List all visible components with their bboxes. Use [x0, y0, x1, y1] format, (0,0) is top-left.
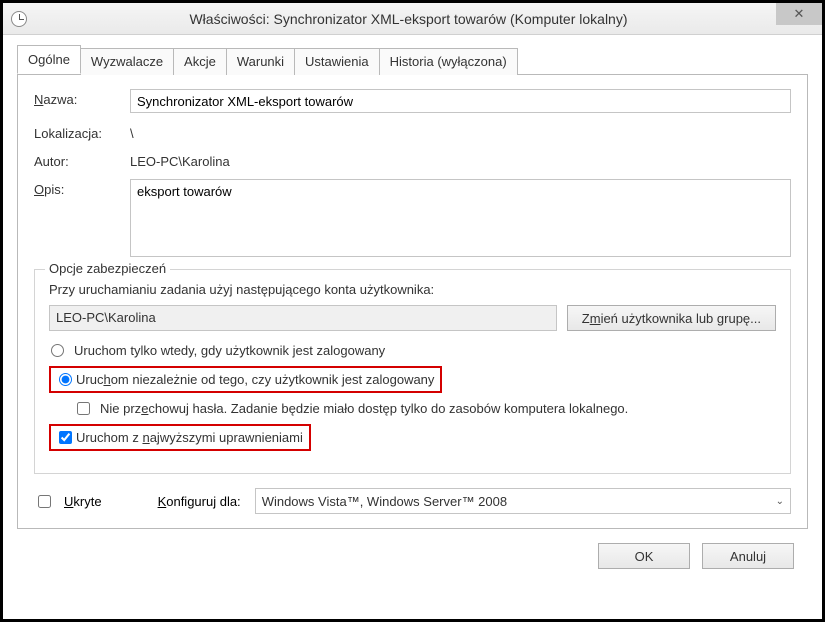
tab-settings[interactable]: Ustawienia — [294, 48, 380, 75]
configure-for-label: Konfiguruj dla: — [158, 494, 241, 509]
clock-icon — [11, 11, 27, 27]
description-label: Opis: — [34, 179, 130, 197]
security-prompt: Przy uruchamianiu zadania użyj następują… — [49, 282, 776, 297]
radio-run-logged-on-label: Uruchom tylko wtedy, gdy użytkownik jest… — [74, 343, 385, 358]
tab-body-general: Nazwa: Lokalizacja: \ Autor: LEO-PC\Karo… — [17, 75, 808, 529]
radio-run-any-label: Uruchom niezależnie od tego, czy użytkow… — [76, 372, 434, 387]
close-button[interactable]: ✕ — [776, 3, 822, 25]
security-legend: Opcje zabezpieczeń — [45, 261, 170, 276]
tab-general[interactable]: Ogólne — [17, 45, 81, 74]
location-value: \ — [130, 123, 134, 141]
tab-conditions[interactable]: Warunki — [226, 48, 295, 75]
chevron-down-icon: ⌄ — [776, 496, 784, 507]
cancel-button[interactable]: Anuluj — [702, 543, 794, 569]
radio-run-logged-on[interactable] — [51, 344, 64, 357]
titlebar: Właściwości: Synchronizator XML-eksport … — [3, 3, 822, 35]
highlight-highest-priv: Uruchom z najwyższymi uprawnieniami — [49, 424, 311, 451]
checkbox-no-store-password-label: Nie przechowuj hasła. Zadanie będzie mia… — [100, 401, 628, 416]
location-label: Lokalizacja: — [34, 123, 130, 141]
name-input[interactable] — [130, 89, 791, 113]
description-input[interactable]: eksport towarów — [130, 179, 791, 257]
checkbox-no-store-password[interactable] — [77, 402, 90, 415]
configure-for-value: Windows Vista™, Windows Server™ 2008 — [262, 494, 507, 509]
author-value: LEO-PC\Karolina — [130, 151, 230, 169]
tab-triggers[interactable]: Wyzwalacze — [80, 48, 174, 75]
close-icon: ✕ — [794, 6, 805, 22]
checkbox-hidden-label: Ukryte — [64, 494, 102, 509]
window-title: Właściwości: Synchronizator XML-eksport … — [35, 11, 822, 27]
configure-for-dropdown[interactable]: Windows Vista™, Windows Server™ 2008 ⌄ — [255, 488, 791, 514]
checkbox-hidden[interactable] — [38, 495, 51, 508]
checkbox-highest-privileges-label: Uruchom z najwyższymi uprawnieniami — [76, 430, 303, 445]
author-label: Autor: — [34, 151, 130, 169]
tab-strip: Ogólne Wyzwalacze Akcje Warunki Ustawien… — [17, 45, 808, 75]
radio-run-any[interactable] — [59, 373, 72, 386]
security-options-group: Opcje zabezpieczeń Przy uruchamianiu zad… — [34, 269, 791, 474]
tab-actions[interactable]: Akcje — [173, 48, 227, 75]
checkbox-highest-privileges[interactable] — [59, 431, 72, 444]
ok-button[interactable]: OK — [598, 543, 690, 569]
account-display: LEO-PC\Karolina — [49, 305, 557, 331]
change-user-button[interactable]: Zmień użytkownika lub grupę... — [567, 305, 776, 331]
tab-history[interactable]: Historia (wyłączona) — [379, 48, 518, 75]
name-label: Nazwa: — [34, 89, 130, 107]
highlight-run-any: Uruchom niezależnie od tego, czy użytkow… — [49, 366, 442, 393]
